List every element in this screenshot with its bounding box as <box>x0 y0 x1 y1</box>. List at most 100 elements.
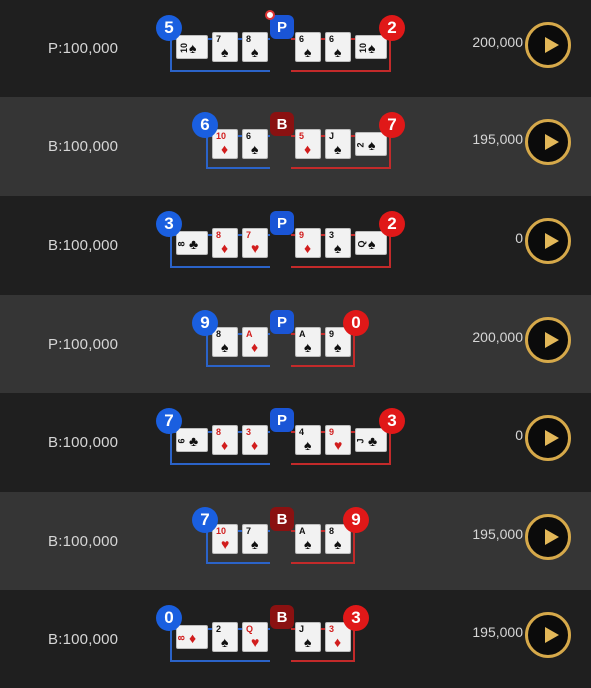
card-rank: 8 <box>216 230 222 240</box>
winner-badge: B <box>270 507 294 531</box>
banker-score-badge: 3 <box>379 408 405 434</box>
replay-button[interactable] <box>525 514 571 560</box>
banker-hand: 4 ♠ 9 ♥ J ♣ <box>291 425 391 465</box>
round-history-list: P:100,000 10 ♠ 7 ♠ 8 ♠ 6 ♠ 6 ♠ 10 ♠ 5 2 P 200,000 B:100,0… <box>0 0 591 688</box>
round-row: B:100,000 10 ♦ 6 ♠ 5 ♦ J ♠ 2 ♠ 6 7 B 195,000 <box>0 97 591 196</box>
card-suit-icon: ♠ <box>221 339 229 355</box>
playing-card: 3 ♦ <box>242 425 268 455</box>
card-rank: 3 <box>329 624 335 634</box>
card-suit-icon: ♠ <box>334 240 342 256</box>
playing-card: 8 ♠ <box>212 327 238 357</box>
player-hand: 6 ♣ 8 ♦ 3 ♦ <box>170 425 270 465</box>
banker-score-badge: 2 <box>379 211 405 237</box>
card-rank: 8 <box>246 34 252 44</box>
playing-card: 6 ♠ <box>242 129 268 159</box>
winner-badge: B <box>270 112 294 136</box>
banker-hand: A ♠ 8 ♠ <box>291 524 355 564</box>
round-row: P:100,000 10 ♠ 7 ♠ 8 ♠ 6 ♠ 6 ♠ 10 ♠ 5 2 P 200,000 <box>0 0 591 97</box>
payout-amount: 0 <box>515 230 523 246</box>
payout-amount: 200,000 <box>472 34 523 50</box>
bet-amount: B:100,000 <box>48 532 119 550</box>
playing-card: 2 ♠ <box>355 132 387 156</box>
banker-score-badge: 7 <box>379 112 405 138</box>
card-suit-icon: ♠ <box>251 536 259 552</box>
player-score-badge: 6 <box>192 112 218 138</box>
playing-card: 7 ♥ <box>242 228 268 258</box>
card-suit-icon: ♥ <box>251 240 260 256</box>
replay-button[interactable] <box>525 22 571 68</box>
winner-badge: P <box>270 15 294 39</box>
card-suit-icon: ♠ <box>368 40 376 56</box>
card-suit-icon: ♦ <box>221 240 229 256</box>
replay-button[interactable] <box>525 317 571 363</box>
replay-button[interactable] <box>525 119 571 165</box>
bet-amount: P:100,000 <box>48 335 119 353</box>
playing-card: 4 ♠ <box>295 425 321 455</box>
card-rank: 8 <box>216 427 222 437</box>
card-rank: 7 <box>246 230 252 240</box>
card-suit-icon: ♠ <box>304 339 312 355</box>
card-suit-icon: ♠ <box>304 437 312 453</box>
card-rank: 6 <box>329 34 335 44</box>
card-rank: 3 <box>329 230 335 240</box>
banker-score-badge: 2 <box>379 15 405 41</box>
card-suit-icon: ♥ <box>221 536 230 552</box>
card-rank: 8 <box>329 526 335 536</box>
playing-card: 8 ♦ <box>176 625 208 649</box>
bet-amount: B:100,000 <box>48 237 119 254</box>
card-suit-icon: ♠ <box>304 536 312 552</box>
marker-dot-icon <box>265 10 275 20</box>
banker-hand: 9 ♦ 3 ♠ Q ♠ <box>291 228 391 268</box>
replay-button[interactable] <box>525 612 571 658</box>
card-rank: 10 <box>216 131 227 141</box>
payout-amount: 195,000 <box>472 131 523 147</box>
bet-amount: B:100,000 <box>48 630 119 648</box>
card-suit-icon: ♠ <box>334 339 342 355</box>
card-rank: 7 <box>216 34 222 44</box>
payout-amount: 195,000 <box>472 526 523 542</box>
playing-card: 10 ♠ <box>355 35 387 59</box>
playing-card: 7 ♠ <box>242 524 268 554</box>
replay-button[interactable] <box>525 415 571 461</box>
card-suit-icon: ♣ <box>189 433 199 449</box>
player-score-badge: 3 <box>156 211 182 237</box>
playing-card: 5 ♦ <box>295 129 321 159</box>
playing-card: 10 ♥ <box>212 524 238 554</box>
card-rank: 6 <box>299 34 305 44</box>
card-suit-icon: ♥ <box>334 437 343 453</box>
round-row: B:100,000 6 ♣ 8 ♦ 3 ♦ 4 ♠ 9 ♥ J ♣ 7 3 P 0 <box>0 393 591 492</box>
playing-card: 10 ♦ <box>212 129 238 159</box>
playing-card: 8 ♣ <box>176 231 208 255</box>
card-suit-icon: ♣ <box>368 433 378 449</box>
card-suit-icon: ♠ <box>368 236 376 252</box>
round-row: B:100,000 8 ♦ 2 ♠ Q ♥ J ♠ 3 ♦ 0 3 B 195,000 <box>0 590 591 688</box>
winner-badge: P <box>270 310 294 334</box>
winner-badge: P <box>270 211 294 235</box>
card-rank: J <box>329 131 335 141</box>
player-hand: 8 ♦ 2 ♠ Q ♥ <box>170 622 270 662</box>
banker-score-badge: 0 <box>343 310 369 336</box>
playing-card: A ♠ <box>295 524 321 554</box>
playing-card: Q ♥ <box>242 622 268 652</box>
card-suit-icon: ♦ <box>304 240 312 256</box>
card-rank: J <box>355 438 366 444</box>
card-rank: 7 <box>246 526 252 536</box>
payout-amount: 200,000 <box>472 329 523 345</box>
playing-card: 6 ♠ <box>325 32 351 62</box>
card-rank: 8 <box>216 329 222 339</box>
card-suit-icon: ♠ <box>251 141 259 157</box>
card-rank: 8 <box>176 635 187 641</box>
playing-card: J ♣ <box>355 428 387 452</box>
card-suit-icon: ♠ <box>189 40 197 56</box>
player-score-badge: 0 <box>156 605 182 631</box>
card-suit-icon: ♥ <box>251 634 260 650</box>
playing-card: A ♦ <box>242 327 268 357</box>
replay-button[interactable] <box>525 218 571 264</box>
card-rank: 4 <box>299 427 305 437</box>
card-rank: A <box>299 329 306 339</box>
card-rank: 10 <box>216 526 227 536</box>
card-rank: 2 <box>355 142 366 148</box>
card-rank: 3 <box>246 427 252 437</box>
playing-card: J ♠ <box>295 622 321 652</box>
banker-hand: 6 ♠ 6 ♠ 10 ♠ <box>291 32 391 72</box>
